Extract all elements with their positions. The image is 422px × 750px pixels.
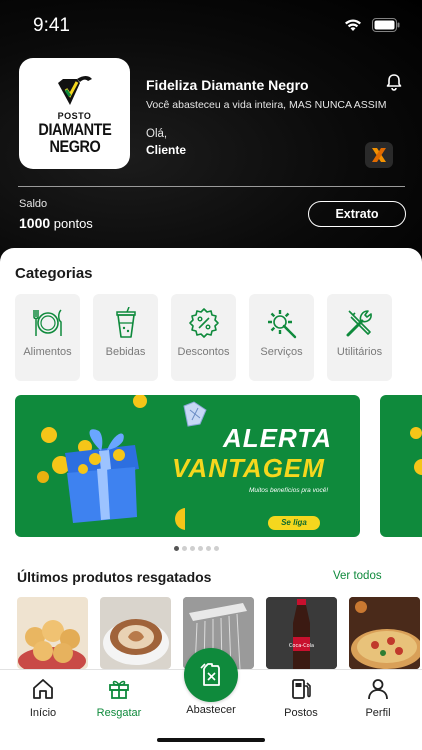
promo-banner-next[interactable] (380, 395, 422, 537)
home-icon (33, 679, 53, 699)
category-label: Serviços (260, 346, 303, 358)
logo-line1: DIAMANTE (38, 119, 111, 139)
gift-box-illustration (37, 395, 185, 530)
carousel-dot[interactable] (174, 546, 179, 551)
carousel-dot[interactable] (190, 546, 195, 551)
app-title: Fideliza Diamante Negro (146, 77, 309, 93)
see-all-link[interactable]: Ver todos (333, 570, 382, 582)
product-coca-cola[interactable]: Coca-Cola (266, 597, 337, 669)
discount-badge-icon (188, 308, 219, 338)
promo-banner[interactable]: ALERTA VANTAGEM Muitos benefícios pra vo… (15, 395, 360, 537)
category-descontos[interactable]: Descontos (171, 294, 236, 381)
carousel-dot[interactable] (182, 546, 187, 551)
app-subtitle: Você abasteceu a vida inteira, MAS NUNCA… (146, 99, 387, 111)
product-pizza[interactable] (349, 597, 420, 669)
user-name: Cliente (146, 143, 187, 157)
gas-pump-icon (292, 679, 311, 699)
cutlery-icon (32, 309, 62, 336)
tools-icon (346, 310, 372, 337)
wifi-icon (345, 19, 361, 31)
product-pao-de-queijo[interactable] (17, 597, 88, 669)
tab-label: Início (29, 707, 57, 719)
carousel-dot[interactable] (214, 546, 219, 551)
fuel-can-icon (200, 663, 220, 686)
tab-label: Resgatar (96, 707, 142, 719)
svg-text:Coca-Cola: Coca-Cola (289, 643, 314, 649)
category-servicos[interactable]: Serviços (249, 294, 314, 381)
saldo-points: 1000 (19, 215, 51, 231)
pizza-image (349, 597, 420, 669)
carousel-dot[interactable] (206, 546, 211, 551)
header: 9:41 POSTO DIAMANTE NEGRO Fideliza Diama… (0, 0, 422, 260)
category-bebidas[interactable]: Bebidas (93, 294, 158, 381)
home-indicator[interactable] (157, 738, 265, 742)
categories-title: Categorias (15, 265, 93, 282)
category-alimentos[interactable]: Alimentos (15, 294, 80, 381)
category-label: Utilitários (336, 346, 383, 358)
banner-tagline: Muitos benefícios pra você! (249, 487, 329, 494)
battery-icon (372, 18, 400, 32)
product-cappuccino[interactable] (100, 597, 171, 669)
gift-icon (109, 680, 129, 699)
cappuccino-image (103, 619, 169, 665)
categories-list: Alimentos Bebidas Descontos Serviços Uti… (15, 294, 392, 381)
saldo-unit: pontos (50, 216, 93, 231)
notification-bell-icon[interactable] (385, 73, 403, 96)
category-label: Descontos (177, 346, 230, 358)
brand-logo: POSTO DIAMANTE NEGRO (19, 58, 130, 169)
banner-cta-button[interactable]: Se liga (268, 516, 320, 530)
extrato-button[interactable]: Extrato (308, 201, 406, 227)
user-icon (368, 679, 388, 700)
coca-cola-image: Coca-Cola (266, 597, 337, 669)
abastecer-fab-button[interactable] (184, 648, 238, 702)
tab-label: Perfil (365, 707, 391, 719)
gear-wrench-icon (267, 310, 296, 339)
tab-perfil[interactable]: Perfil (343, 678, 413, 719)
status-bar: 9:41 (0, 12, 422, 40)
tab-postos[interactable]: Postos (266, 678, 336, 719)
carousel-dot[interactable] (198, 546, 203, 551)
saldo-value: 1000 pontos (19, 215, 93, 231)
category-label: Alimentos (23, 346, 72, 358)
status-time: 9:41 (33, 15, 70, 36)
greeting: Olá, (146, 128, 168, 140)
recent-products-title: Últimos produtos resgatados (17, 569, 212, 585)
drink-cup-icon (115, 307, 136, 338)
tab-resgatar[interactable]: Resgatar (84, 678, 154, 719)
ribbon-illustration (183, 401, 207, 427)
tab-label: Postos (284, 707, 318, 719)
partner-x-icon (365, 142, 393, 168)
logo-line2: NEGRO (49, 136, 100, 156)
carousel-dots (174, 546, 219, 551)
coin-icon (410, 427, 422, 475)
banner-title-line2: VANTAGEM (172, 453, 325, 483)
banner-title-line1: ALERTA (223, 423, 333, 453)
tab-inicio[interactable]: Início (8, 678, 78, 719)
category-utilitarios[interactable]: Utilitários (327, 294, 392, 381)
abastecer-label: Abastecer (186, 704, 236, 716)
header-divider (18, 186, 405, 187)
fuel-nozzle-logo-icon (57, 75, 92, 105)
status-icons (344, 18, 400, 32)
saldo-label: Saldo (19, 198, 48, 210)
category-label: Bebidas (105, 346, 146, 358)
pao-de-queijo-image (18, 620, 86, 669)
